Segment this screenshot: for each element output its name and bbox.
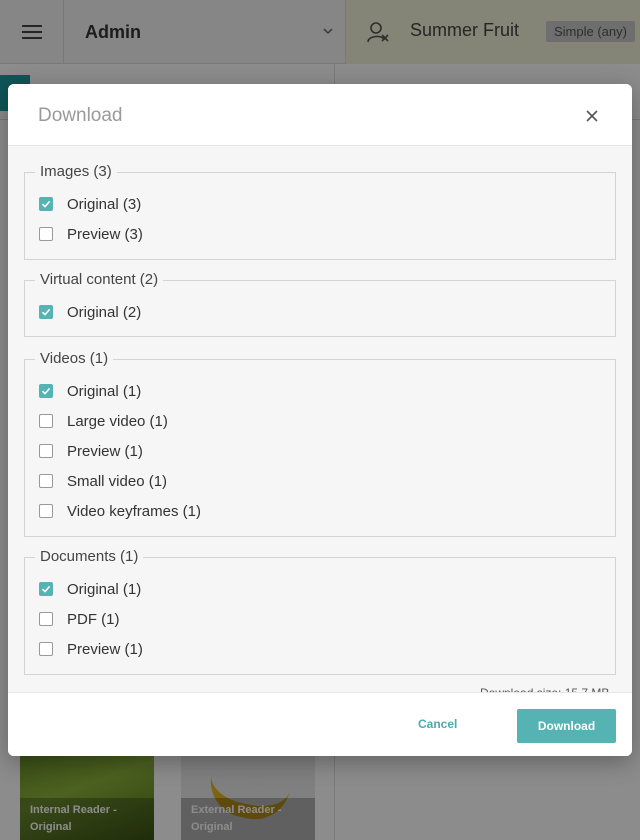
group-virtual-content: Virtual content (2) Original (2) — [24, 271, 616, 337]
checkbox[interactable] — [39, 582, 53, 596]
option-label: Preview (3) — [67, 225, 143, 243]
checkbox[interactable] — [39, 384, 53, 398]
option-documents-original[interactable]: Original (1) — [39, 579, 141, 599]
option-label: Small video (1) — [67, 472, 168, 490]
close-icon — [586, 110, 598, 122]
checkbox[interactable] — [39, 197, 53, 211]
checkbox[interactable] — [39, 414, 53, 428]
checkbox[interactable] — [39, 504, 53, 518]
check-icon — [41, 308, 51, 316]
close-button[interactable] — [582, 106, 602, 126]
group-legend: Documents (1) — [35, 548, 144, 566]
option-label: Large video (1) — [67, 412, 168, 430]
check-icon — [41, 200, 51, 208]
option-videos-large[interactable]: Large video (1) — [39, 411, 168, 431]
dialog-footer: Cancel Download — [8, 692, 632, 756]
option-label: Preview (1) — [67, 442, 143, 460]
option-videos-preview[interactable]: Preview (1) — [39, 441, 143, 461]
group-legend: Virtual content (2) — [35, 271, 164, 289]
dialog-body: Images (3) Original (3) Preview (3) Virt… — [8, 146, 632, 692]
option-label: Original (2) — [67, 303, 142, 321]
group-legend: Images (3) — [35, 163, 117, 181]
option-label: Preview (1) — [67, 640, 143, 658]
checkbox[interactable] — [39, 444, 53, 458]
checkbox[interactable] — [39, 227, 53, 241]
download-dialog: Download Images (3) Original (3) Preview… — [8, 84, 632, 756]
option-label: Original (3) — [67, 195, 142, 213]
checkbox[interactable] — [39, 474, 53, 488]
download-button[interactable]: Download — [517, 709, 616, 743]
option-videos-original[interactable]: Original (1) — [39, 381, 141, 401]
checkbox[interactable] — [39, 612, 53, 626]
group-legend: Videos (1) — [35, 350, 114, 368]
check-icon — [41, 585, 51, 593]
option-videos-keyframes[interactable]: Video keyframes (1) — [39, 501, 201, 521]
cancel-button[interactable]: Cancel — [418, 717, 457, 731]
option-images-original[interactable]: Original (3) — [39, 194, 141, 214]
option-label: Original (1) — [67, 382, 142, 400]
option-label: Original (1) — [67, 580, 142, 598]
dialog-title: Download — [38, 105, 123, 126]
group-images: Images (3) Original (3) Preview (3) — [24, 163, 616, 260]
group-documents: Documents (1) Original (1) PDF (1) Previ… — [24, 548, 616, 675]
option-images-preview[interactable]: Preview (3) — [39, 224, 143, 244]
option-documents-pdf[interactable]: PDF (1) — [39, 609, 120, 629]
option-label: Video keyframes (1) — [67, 502, 201, 520]
option-documents-preview[interactable]: Preview (1) — [39, 639, 143, 659]
dialog-header: Download — [8, 84, 632, 146]
check-icon — [41, 387, 51, 395]
option-label: PDF (1) — [67, 610, 120, 628]
option-videos-small[interactable]: Small video (1) — [39, 471, 167, 491]
checkbox[interactable] — [39, 642, 53, 656]
option-virtual-original[interactable]: Original (2) — [39, 302, 141, 322]
group-videos: Videos (1) Original (1) Large video (1) … — [24, 350, 616, 537]
checkbox[interactable] — [39, 305, 53, 319]
